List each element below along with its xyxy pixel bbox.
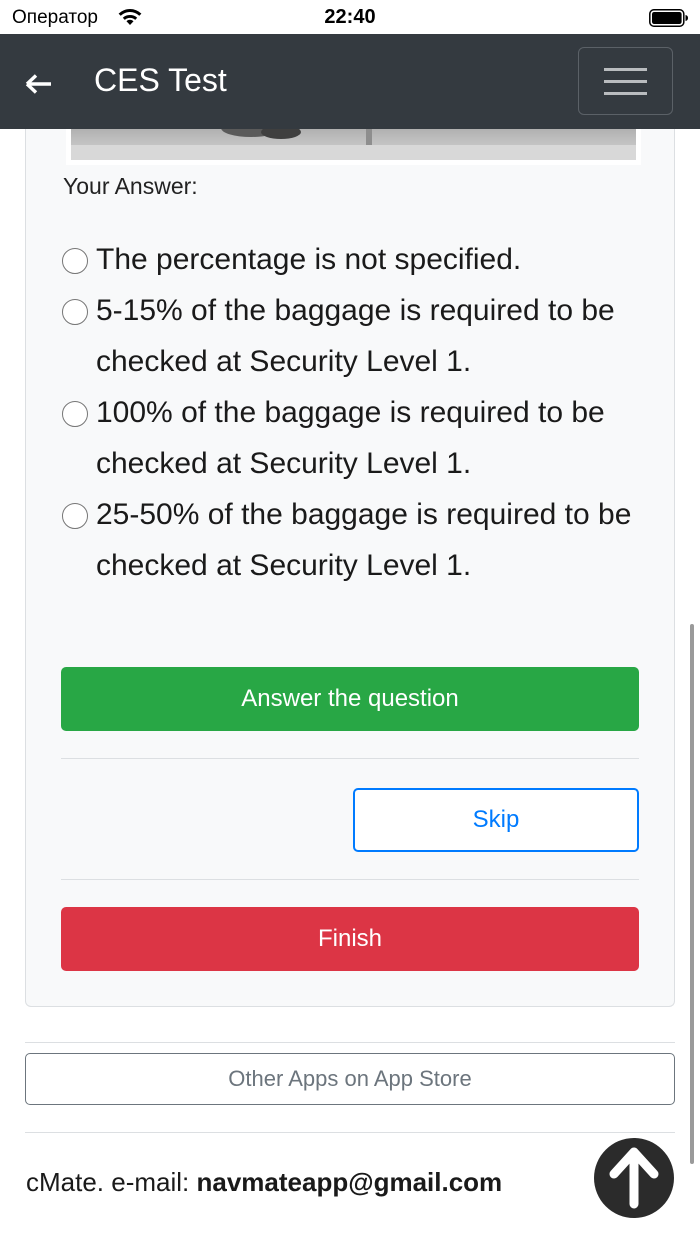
answer-option-label: 5-15% of the baggage is required to be c… xyxy=(96,294,615,378)
answer-option-label: The percentage is not specified. xyxy=(96,243,522,276)
answer-option-label: 25-50% of the baggage is required to be … xyxy=(96,498,632,582)
answer-options: The percentage is not specified. 5-15% o… xyxy=(62,234,642,591)
answer-button[interactable]: Answer the question xyxy=(61,667,639,731)
main-content: Your Answer: The percentage is not speci… xyxy=(0,129,700,1244)
arrow-left-icon[interactable] xyxy=(24,72,54,96)
divider xyxy=(61,879,639,880)
contact-line: cMate. e-mail: navmateapp@gmail.com xyxy=(26,1167,502,1198)
radio-button[interactable] xyxy=(62,503,88,529)
question-card: Your Answer: The percentage is not speci… xyxy=(25,129,675,1007)
scroll-to-top-button[interactable] xyxy=(594,1138,674,1218)
question-photo xyxy=(66,129,641,165)
top-navbar: CES Test xyxy=(0,34,700,129)
radio-button[interactable] xyxy=(62,401,88,427)
contact-email-link[interactable]: navmateapp@gmail.com xyxy=(197,1167,503,1197)
scrollbar[interactable] xyxy=(690,624,694,1164)
clock-time: 22:40 xyxy=(324,6,376,28)
skip-button[interactable]: Skip xyxy=(353,788,639,852)
battery-icon xyxy=(649,9,688,27)
answer-option[interactable]: 100% of the baggage is required to be ch… xyxy=(62,387,642,489)
divider xyxy=(25,1042,675,1043)
radio-button[interactable] xyxy=(62,299,88,325)
divider xyxy=(25,1132,675,1133)
contact-prefix: cMate. e-mail: xyxy=(26,1167,197,1197)
answer-option-label: 100% of the baggage is required to be ch… xyxy=(96,396,605,480)
status-bar: Оператор 22:40 xyxy=(0,0,700,34)
answer-option[interactable]: 25-50% of the baggage is required to be … xyxy=(62,489,642,591)
answer-option[interactable]: 5-15% of the baggage is required to be c… xyxy=(62,285,642,387)
page-title: CES Test xyxy=(94,62,227,98)
divider xyxy=(61,758,639,759)
arrow-up-circle-icon xyxy=(609,1147,659,1209)
menu-toggle-button[interactable] xyxy=(578,47,673,115)
answer-option[interactable]: The percentage is not specified. xyxy=(62,234,642,285)
your-answer-label: Your Answer: xyxy=(63,173,198,199)
finish-button[interactable]: Finish xyxy=(61,907,639,971)
hamburger-menu-icon xyxy=(604,68,647,71)
radio-button[interactable] xyxy=(62,248,88,274)
other-apps-button[interactable]: Other Apps on App Store xyxy=(25,1053,675,1105)
